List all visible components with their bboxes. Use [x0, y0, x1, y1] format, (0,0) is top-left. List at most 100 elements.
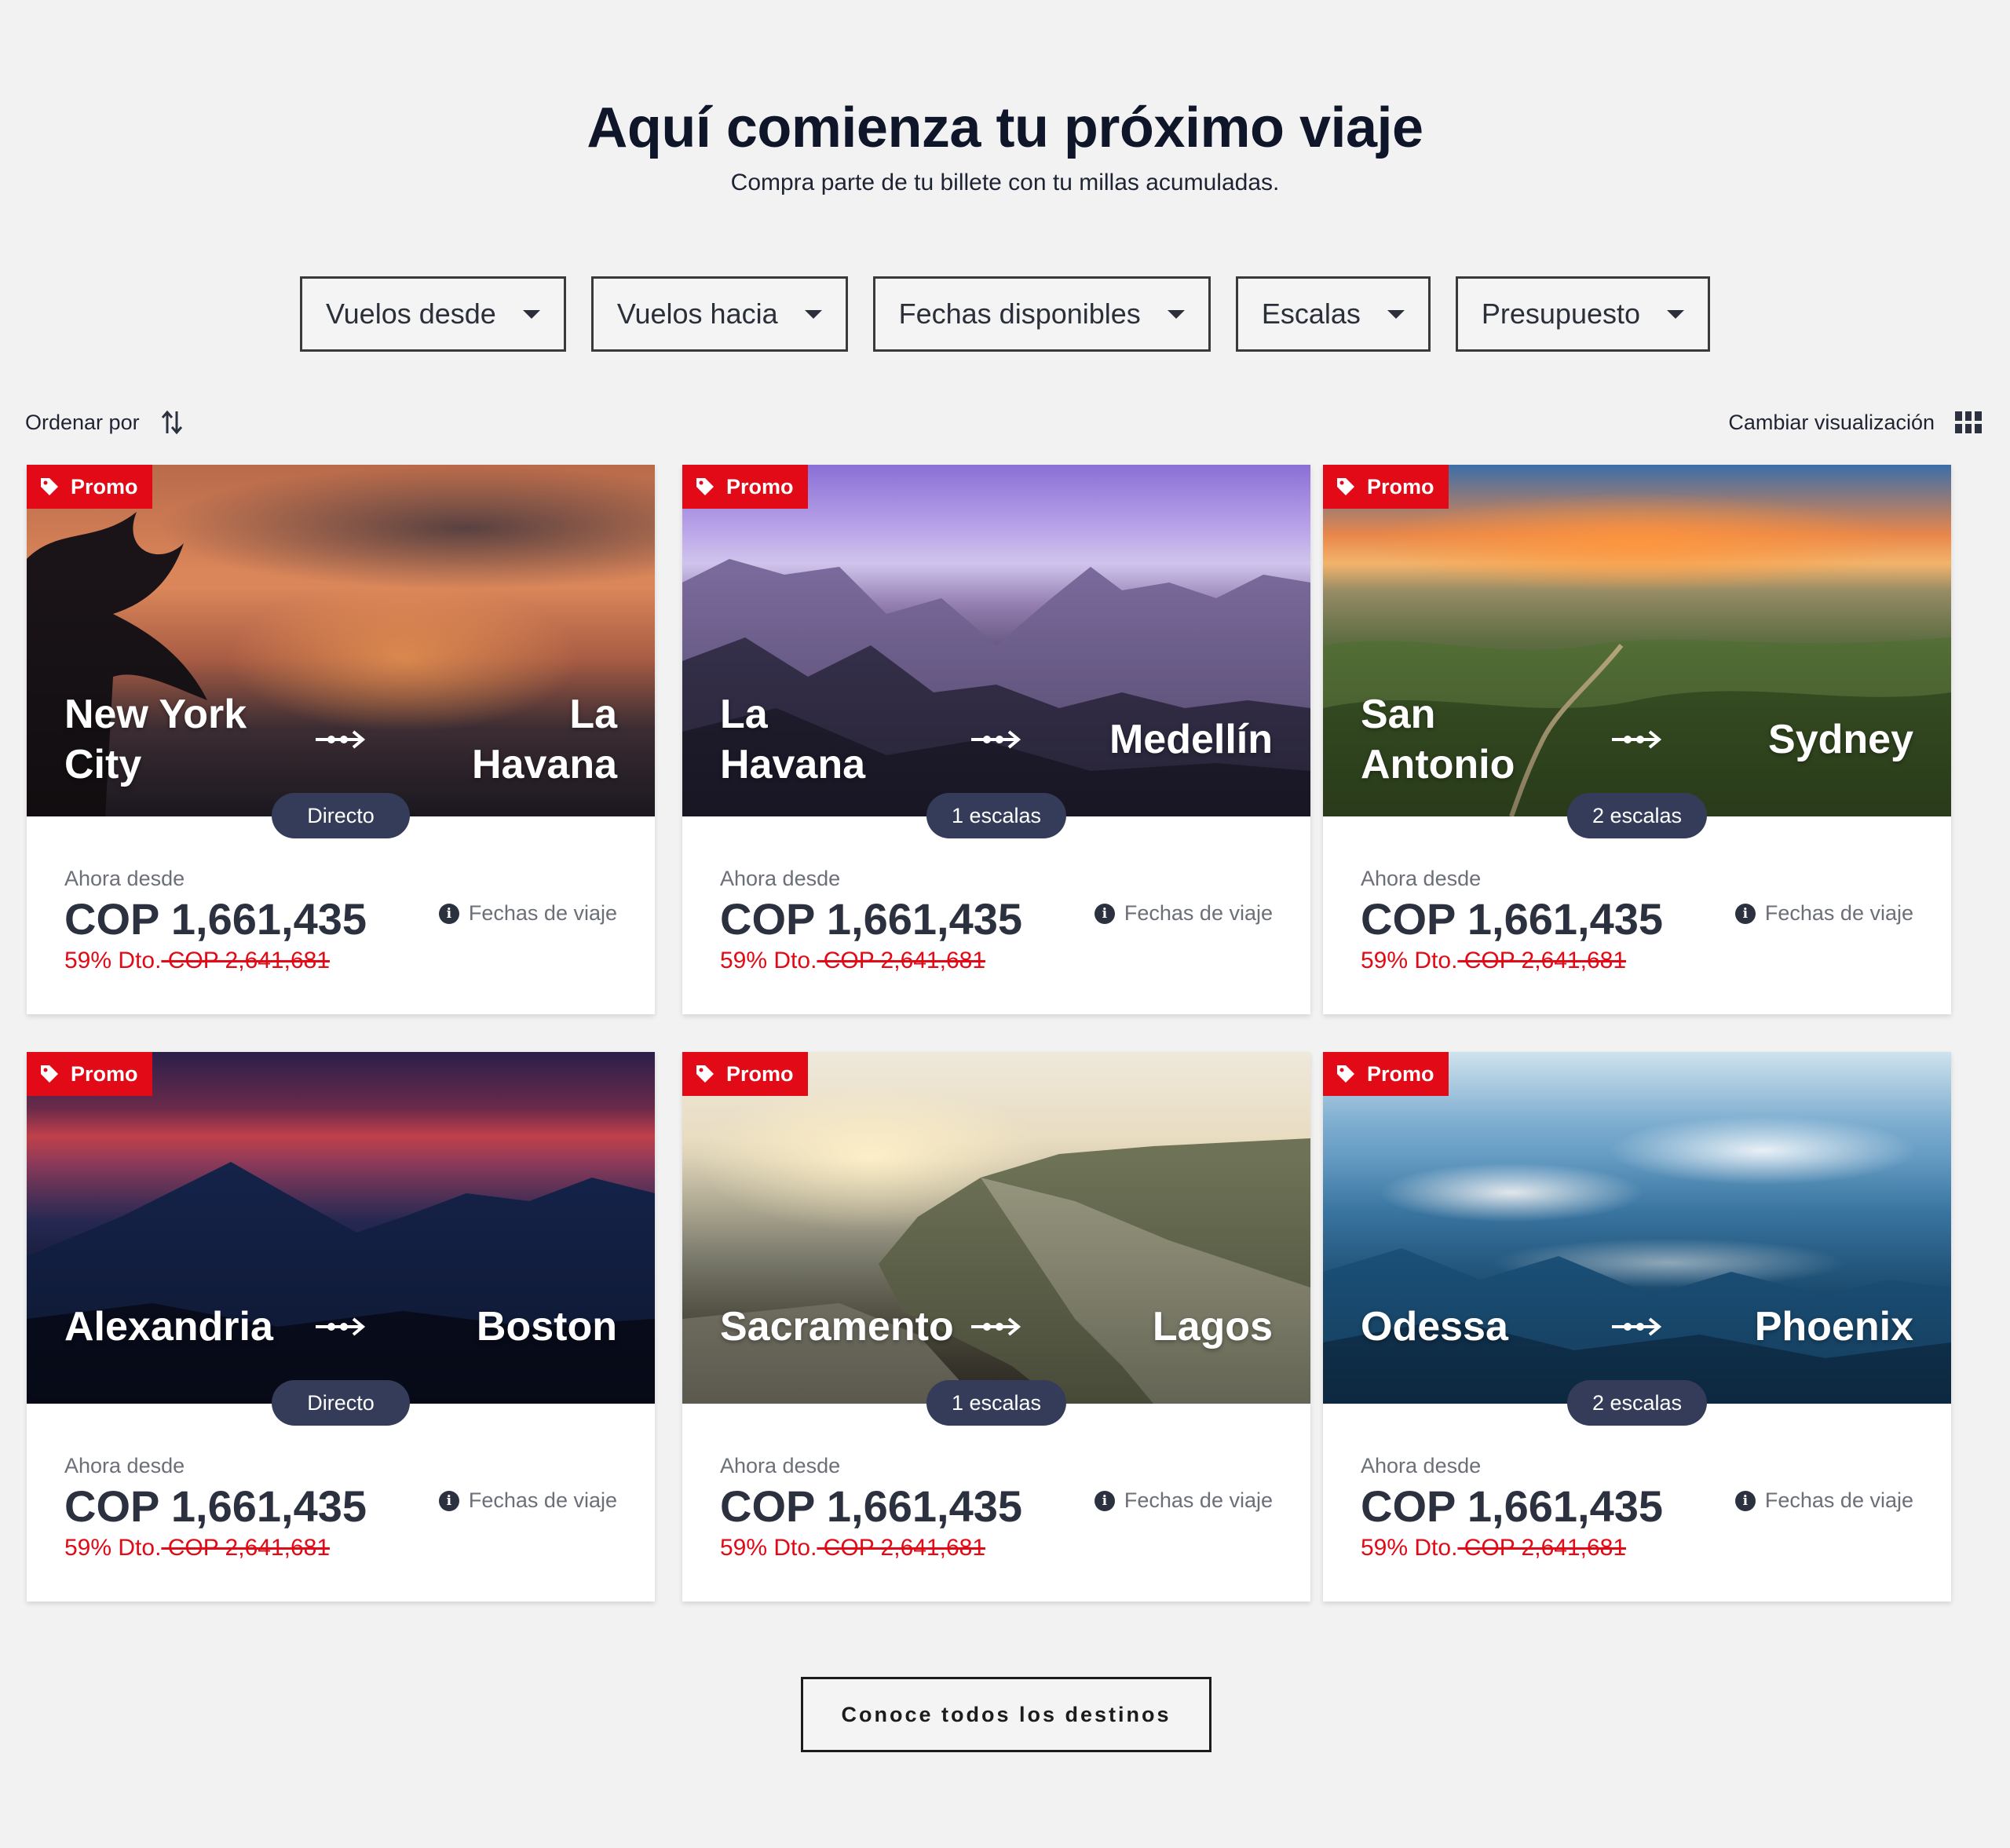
discount-line: 59% Dto. COP 2,641,681: [64, 948, 617, 974]
discount-percent: 59% Dto.: [720, 948, 817, 973]
grid-view-icon: [1955, 411, 1982, 433]
destination-card[interactable]: Promo New York City La Havana Directo Ah…: [27, 465, 655, 1014]
route: San Antonio Sydney: [1361, 681, 1913, 798]
caret-down-icon: [1667, 309, 1685, 319]
card-body: Ahora desde COP 1,661,435 59% Dto. COP 2…: [720, 1454, 1273, 1561]
caret-down-icon: [522, 309, 540, 319]
stops-badge: Directo: [272, 793, 410, 838]
results-toolbar: Ordenar por Cambiar visualización: [25, 405, 1982, 440]
discount-percent: 59% Dto.: [1361, 948, 1458, 973]
discount-line: 59% Dto. COP 2,641,681: [720, 1535, 1273, 1561]
travel-dates-link[interactable]: i Fechas de viaje: [1094, 1488, 1273, 1513]
destination-image: Promo New York City La Havana: [27, 465, 655, 816]
destination-card[interactable]: Promo Sacramento Lagos 1 escalas Ahora d…: [682, 1052, 1310, 1601]
card-body: Ahora desde COP 1,661,435 59% Dto. COP 2…: [64, 1454, 617, 1561]
destination-city: Medellín: [1109, 717, 1273, 762]
price-prefix: Ahora desde: [64, 1454, 185, 1477]
original-price: COP 2,641,681: [817, 948, 986, 973]
filter-stops-dropdown[interactable]: Escalas: [1235, 276, 1431, 352]
destination-image: Promo San Antonio Sydney: [1323, 465, 1951, 816]
change-view-button[interactable]: Cambiar visualización: [1728, 411, 1982, 435]
destination-city: Sydney: [1768, 717, 1913, 762]
travel-dates-link[interactable]: i Fechas de viaje: [1734, 1488, 1913, 1513]
filter-dates-dropdown[interactable]: Fechas disponibles: [872, 276, 1211, 352]
card-body: Ahora desde COP 1,661,435 59% Dto. COP 2…: [1361, 1454, 1913, 1561]
route-arrow-icon: [1610, 1314, 1664, 1339]
original-price: COP 2,641,681: [161, 1535, 331, 1561]
info-icon: i: [1094, 1490, 1115, 1511]
travel-dates-link[interactable]: i Fechas de viaje: [1094, 901, 1273, 926]
route: Odessa Phoenix: [1361, 1268, 1913, 1386]
filter-label: Escalas: [1261, 298, 1361, 330]
tag-icon: [1337, 478, 1354, 495]
promo-badge: Promo: [682, 465, 808, 509]
card-body: Ahora desde COP 1,661,435 59% Dto. COP 2…: [64, 867, 617, 974]
travel-dates-link[interactable]: i Fechas de viaje: [1734, 901, 1913, 926]
tag-icon: [696, 478, 714, 495]
filter-origin-dropdown[interactable]: Vuelos desde: [299, 276, 566, 352]
origin-city: Alexandria: [64, 1304, 273, 1349]
route: Alexandria Boston: [64, 1268, 617, 1386]
travel-dates-link[interactable]: i Fechas de viaje: [438, 1488, 617, 1513]
all-destinations-button[interactable]: Conoce todos los destinos: [801, 1677, 1211, 1752]
discount-percent: 59% Dto.: [64, 948, 162, 973]
route: New York City La Havana: [64, 681, 617, 798]
destination-card[interactable]: Promo San Antonio Sydney 2 escalas Ahora…: [1323, 465, 1951, 1014]
info-icon: i: [1734, 1490, 1756, 1511]
destination-city: Boston: [476, 1304, 617, 1349]
original-price: COP 2,641,681: [1457, 1535, 1627, 1561]
original-price: COP 2,641,681: [817, 1535, 986, 1561]
filter-label: Presupuesto: [1481, 298, 1641, 330]
route-arrow-icon: [1610, 727, 1664, 752]
route-arrow-icon: [314, 1314, 367, 1339]
promo-badge: Promo: [1323, 465, 1449, 509]
destination-card[interactable]: Promo La Havana Medellín 1 escalas Ahora…: [682, 465, 1310, 1014]
promo-badge: Promo: [1323, 1052, 1449, 1096]
tag-icon: [696, 1065, 714, 1083]
sort-label: Ordenar por: [25, 410, 140, 434]
destination-grid: Promo New York City La Havana Directo Ah…: [27, 465, 1966, 1601]
info-icon: i: [1734, 903, 1756, 924]
discount-line: 59% Dto. COP 2,641,681: [64, 1535, 617, 1561]
original-price: COP 2,641,681: [1457, 948, 1627, 973]
discount-percent: 59% Dto.: [64, 1535, 162, 1561]
destination-card[interactable]: Promo Alexandria Boston Directo Ahora de…: [27, 1052, 655, 1601]
stops-badge: 1 escalas: [926, 793, 1067, 838]
sort-arrows-icon: [161, 410, 182, 435]
page-title: Aquí comienza tu próximo viaje: [587, 97, 1423, 159]
travel-dates-link[interactable]: i Fechas de viaje: [438, 901, 617, 926]
page-header: Aquí comienza tu próximo viaje Compra pa…: [0, 0, 2010, 196]
original-price: COP 2,641,681: [161, 948, 331, 973]
promo-badge: Promo: [682, 1052, 808, 1096]
origin-city: Odessa: [1361, 1304, 1508, 1349]
route: La Havana Medellín: [720, 681, 1273, 798]
price-prefix: Ahora desde: [720, 867, 841, 890]
stops-badge: 2 escalas: [1566, 793, 1708, 838]
caret-down-icon: [1387, 309, 1405, 319]
discount-percent: 59% Dto.: [1361, 1535, 1458, 1561]
destination-image: Promo Odessa Phoenix: [1323, 1052, 1951, 1404]
destination-city: La Havana: [472, 692, 617, 787]
sort-button[interactable]: Ordenar por: [25, 408, 184, 436]
stops-badge: 1 escalas: [926, 1380, 1067, 1426]
tag-icon: [1337, 1065, 1354, 1083]
info-icon: i: [438, 903, 459, 924]
route: Sacramento Lagos: [720, 1268, 1273, 1386]
origin-city: Sacramento: [720, 1304, 954, 1349]
destination-image: Promo Sacramento Lagos: [682, 1052, 1310, 1404]
discount-percent: 59% Dto.: [720, 1535, 817, 1561]
route-arrow-icon: [314, 727, 367, 752]
promo-badge: Promo: [27, 465, 152, 509]
filter-bar: Vuelos desde Vuelos hacia Fechas disponi…: [0, 276, 2010, 352]
destination-image: Promo La Havana Medellín: [682, 465, 1310, 816]
filter-destination-dropdown[interactable]: Vuelos hacia: [590, 276, 848, 352]
destination-city: Lagos: [1152, 1304, 1273, 1349]
destination-image: Promo Alexandria Boston: [27, 1052, 655, 1404]
stops-badge: 2 escalas: [1566, 1380, 1708, 1426]
caret-down-icon: [1167, 309, 1185, 319]
destination-card[interactable]: Promo Odessa Phoenix 2 escalas Ahora des…: [1323, 1052, 1951, 1601]
info-icon: i: [1094, 903, 1115, 924]
destination-city: Phoenix: [1754, 1304, 1913, 1349]
filter-label: Vuelos hacia: [616, 298, 778, 330]
filter-budget-dropdown[interactable]: Presupuesto: [1455, 276, 1711, 352]
